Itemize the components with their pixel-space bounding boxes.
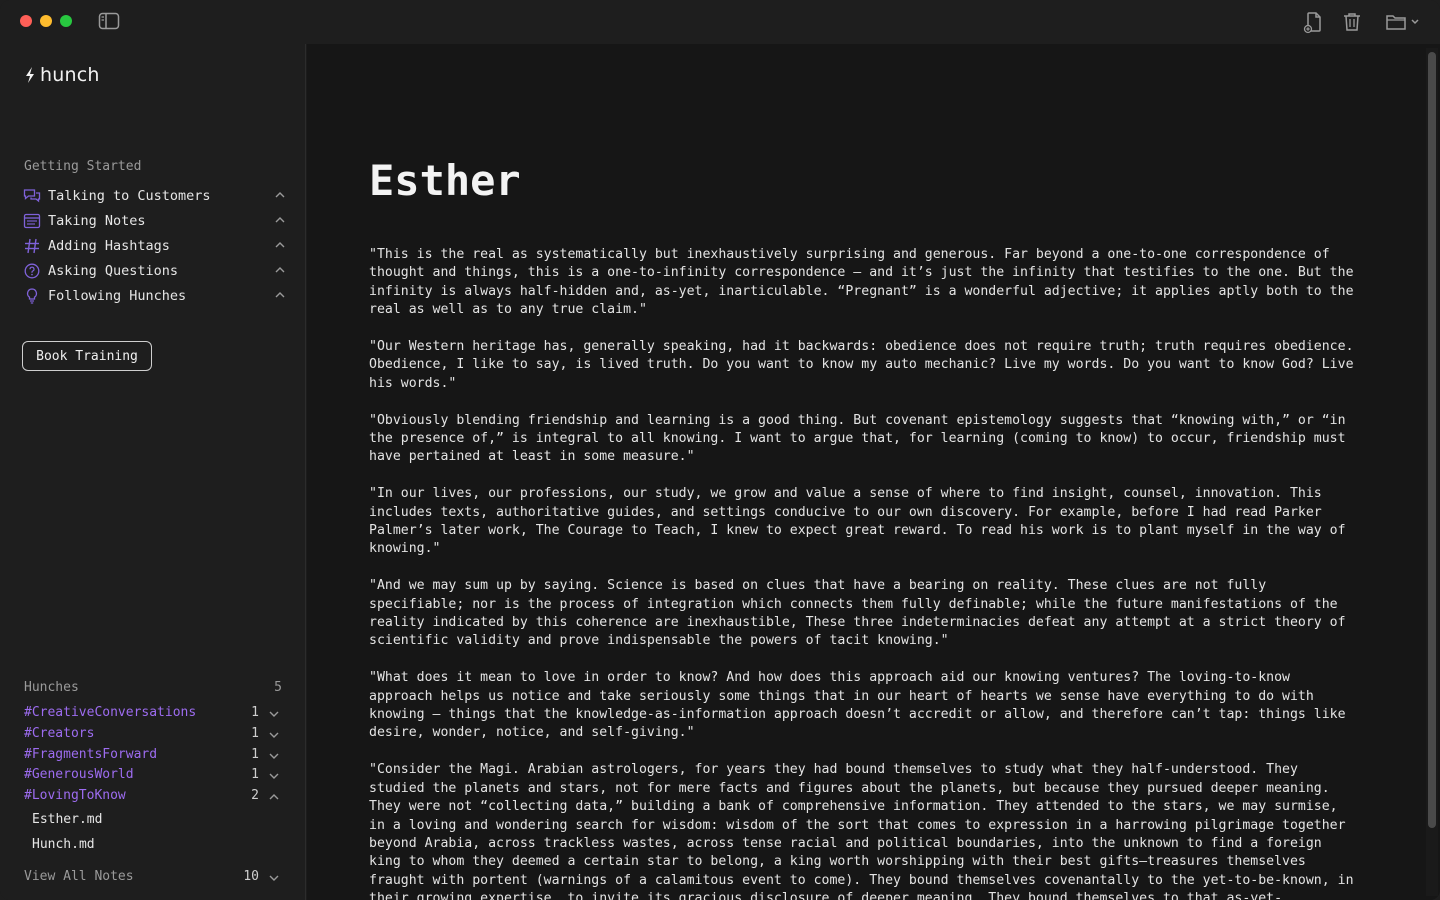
chat-bubbles-icon [22,187,42,205]
chevron-up-icon[interactable] [274,189,286,201]
tag-count: 1 [251,746,259,762]
tag-label[interactable]: #LovingToKnow [24,788,126,803]
note-paragraph: "What does it mean to love in order to k… [369,670,1346,741]
file-item-esther[interactable]: Esther.md [32,812,102,827]
file-item-hunch[interactable]: Hunch.md [32,837,95,852]
chevron-up-icon[interactable] [274,214,286,226]
app-name: hunch [40,64,100,86]
chevron-down-icon[interactable] [268,872,280,884]
note-paragraph: "Our Western heritage has, generally spe… [369,339,1354,391]
tag-count: 1 [251,705,259,720]
sidebar-item-taking-notes[interactable]: Taking Notes [22,208,290,233]
sidebar-item-talking-to-customers[interactable]: Talking to Customers [22,183,290,208]
chevron-down-icon[interactable] [268,770,280,782]
tag-count: 1 [251,767,259,783]
hashtag-icon [22,237,42,255]
sidebar-item-label: Asking Questions [48,262,179,279]
note-paragraph: "And we may sum up by saying. Science is… [369,578,1346,649]
tag-label[interactable]: #FragmentsForward [24,747,157,762]
notepad-icon [22,212,42,230]
tag-label[interactable]: #GenerousWorld [24,767,134,782]
trash-icon[interactable] [1340,10,1364,34]
tag-item-fragments-forward[interactable]: #FragmentsForward 1 [24,747,282,768]
note-paragraph: "This is the real as systematically but … [369,247,1354,318]
new-note-icon[interactable] [1302,10,1326,34]
toolbar [1302,10,1422,34]
sidebar-item-following-hunches[interactable]: Following Hunches [22,283,290,308]
note-editor[interactable]: Esther "This is the real as systematical… [307,44,1440,900]
tag-count: 1 [251,725,259,741]
scrollbar-thumb[interactable] [1428,52,1436,828]
sidebar-toggle-icon[interactable] [98,12,120,30]
chevron-down-icon[interactable] [268,708,280,720]
hunches-count: 5 [274,680,282,695]
hunch-tag-list: #CreativeConversations 1 #Creators 1 #Fr… [24,705,282,809]
lightning-bolt-icon [26,67,34,83]
app-logo: hunch [24,62,100,88]
getting-started-list: Talking to Customers Taking Notes Adding… [22,183,290,308]
note-paragraph: "Consider the Magi. Arabian astrologers,… [369,762,1354,900]
chevron-up-icon[interactable] [274,264,286,276]
getting-started-heading: Getting Started [24,159,142,174]
tag-item-creators[interactable]: #Creators 1 [24,726,282,747]
folder-icon[interactable] [1384,10,1422,34]
note-body[interactable]: "This is the real as systematically but … [369,246,1361,900]
view-all-notes-row[interactable]: View All Notes 10 [24,869,282,887]
hunches-label: Hunches [24,680,79,695]
tag-count: 2 [251,788,259,804]
question-circle-icon [22,262,42,280]
sidebar: hunch Getting Started Talking to Custome… [0,44,306,900]
note-paragraph: "Obviously blending friendship and learn… [369,412,1346,465]
tag-item-creative-conversations[interactable]: #CreativeConversations 1 [24,705,282,726]
note-title[interactable]: Esther [369,156,521,205]
app-window: hunch Getting Started Talking to Custome… [0,0,1440,900]
maximize-window-button[interactable] [60,15,72,27]
view-all-notes-label[interactable]: View All Notes [24,869,134,884]
sidebar-item-label: Taking Notes [48,212,146,229]
chevron-down-icon[interactable] [268,750,280,762]
tag-item-generous-world[interactable]: #GenerousWorld 1 [24,767,282,788]
minimize-window-button[interactable] [40,15,52,27]
sidebar-item-label: Adding Hashtags [48,237,170,254]
book-training-button[interactable]: Book Training [22,341,152,371]
title-bar [0,0,1440,44]
sidebar-item-label: Following Hunches [48,287,187,304]
hunches-heading: Hunches 5 [24,680,282,698]
tag-label[interactable]: #Creators [24,726,94,741]
sidebar-item-asking-questions[interactable]: Asking Questions [22,258,290,283]
sidebar-item-label: Talking to Customers [48,187,211,204]
tag-item-loving-to-know[interactable]: #LovingToKnow 2 [24,788,282,809]
chevron-up-icon[interactable] [268,791,280,803]
chevron-up-icon[interactable] [274,239,286,251]
chevron-down-icon[interactable] [268,729,280,741]
tag-label[interactable]: #CreativeConversations [24,705,196,720]
view-all-count: 10 [243,869,259,884]
note-paragraph: "In our lives, our professions, our stud… [369,486,1346,557]
close-window-button[interactable] [20,15,32,27]
chevron-up-icon[interactable] [274,289,286,301]
lightbulb-icon [22,287,42,305]
sidebar-item-adding-hashtags[interactable]: Adding Hashtags [22,233,290,258]
